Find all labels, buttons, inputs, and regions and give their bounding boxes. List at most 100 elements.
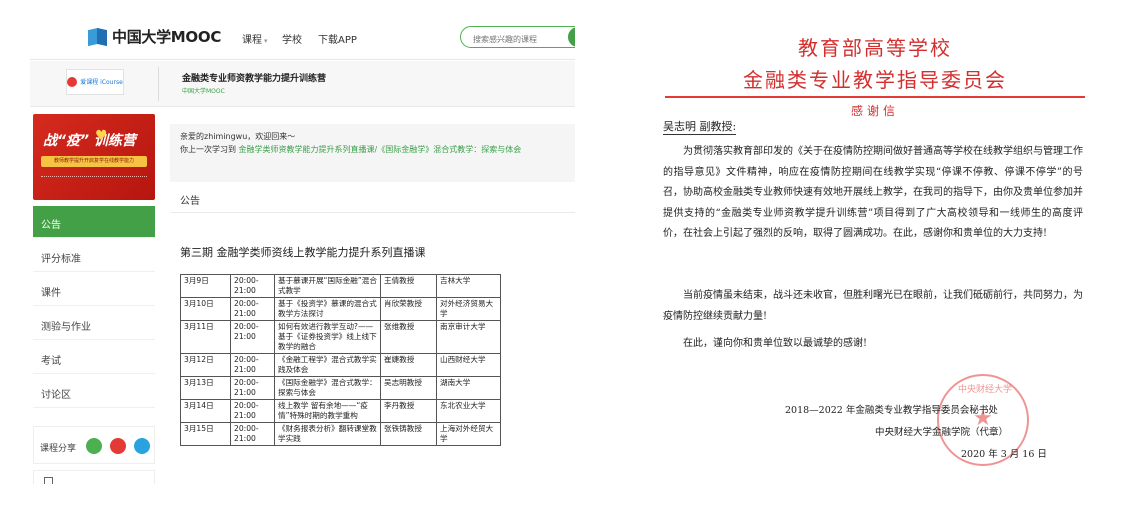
schedule-time: 20:00-21:00: [230, 399, 275, 423]
announcement-title: 第三期 金融学类师资线上教学能力提升系列直播课: [180, 246, 426, 259]
last-study-prefix: 你上一次学习到: [180, 145, 236, 154]
schedule-row: 3月12日 20:00-21:00 《金融工程学》混合式教学实践及体会 崔婕教授 山西财…: [180, 353, 501, 377]
schedule-topic: 《财务报表分析》翻转课堂教学实践: [274, 422, 381, 446]
course-share: 课程分享: [33, 426, 155, 464]
schedule-row: 3月15日 20:00-21:00 《财务报表分析》翻转课堂教学实践 张铁铸教授 上海对…: [180, 422, 501, 446]
announcement-divider: [170, 212, 575, 213]
schedule-university: 对外经济贸易大学: [436, 297, 501, 321]
schedule-university: 吉林大学: [436, 274, 501, 298]
icourse-logo-text: 爱课程 iCourse: [80, 78, 123, 86]
mooc-logo-text: 中国大学MOOC: [112, 28, 222, 46]
schedule-teacher: 吴志明教授: [380, 376, 437, 400]
thank-you-letter: 教育部高等学校 金融类专业教学指导委员会 感谢信 吴志明 副教授: 为贯彻落实教…: [655, 14, 1095, 484]
sidebar-item-quiz-homework[interactable]: 测验与作业: [33, 308, 155, 340]
letter-title: 感谢信: [850, 104, 899, 118]
course-header: 爱课程 iCourse 金融类专业师资教学能力提升训练营 中国大学MOOC: [30, 61, 575, 107]
letterhead-red-line: [665, 96, 1085, 98]
schedule-teacher: 王倩教授: [380, 274, 437, 298]
schedule-date: 3月11日: [180, 320, 231, 354]
banner-title: 战“疫” 训练营: [43, 133, 136, 149]
schedule-row: 3月10日 20:00-21:00 基于《投资学》慕课的混合式教学方法探讨 肖欣荣教授…: [180, 297, 501, 321]
schedule-row: 3月13日 20:00-21:00 《国际金融学》混合式教学：探索与体会 吴志明教授湖…: [180, 376, 501, 400]
schedule-teacher: 张维教授: [380, 320, 437, 354]
last-study-text: 你上一次学习到 金融学类师资教学能力提升系列直播课/《国际金融学》混合式教学：探…: [180, 143, 565, 156]
schedule-row: 3月11日 20:00-21:00 如何有效进行教学互动?——基于《证券投资学》线上…: [180, 320, 501, 354]
schedule-date: 3月12日: [180, 353, 231, 377]
schedule-time: 20:00-21:00: [230, 353, 275, 377]
weibo-icon[interactable]: [110, 438, 126, 454]
course-title: 金融类专业师资教学能力提升训练营: [182, 74, 327, 84]
nav-course-label: 课程: [242, 35, 262, 46]
wechat-icon[interactable]: [86, 438, 102, 454]
schedule-time: 20:00-21:00: [230, 376, 275, 400]
tool-icon: [44, 477, 53, 484]
heart-icon: ♥: [95, 128, 108, 144]
schedule-table: 3月9日 20:00-21:00 基于慕课开展“国际金融”混合式教学 王倩教授 吉林大学…: [180, 274, 501, 446]
announcement-heading: 公告: [180, 196, 200, 207]
search-input[interactable]: [460, 26, 575, 48]
letter-signature-school: 中央财经大学金融学院（代章）: [875, 427, 1009, 438]
sidebar-item-courseware[interactable]: 课件: [33, 274, 155, 306]
schedule-university: 湖南大学: [436, 376, 501, 400]
mooc-logo-icon: [88, 27, 108, 47]
schedule-time: 20:00-21:00: [230, 422, 275, 446]
letter-date: 2020 年 3 月 16 日: [961, 449, 1047, 460]
letter-paragraph-1: 为贯彻落实教育部印发的《关于在疫情防控期间做好普通高等学校在线教学组织与管理工作…: [663, 146, 1083, 239]
mooc-course-page: 中国大学MOOC 课程▾ 学校 下载APP 爱课程 iCourse 金融类专业师…: [30, 14, 575, 484]
schedule-time: 20:00-21:00: [230, 274, 275, 298]
nav-download-app-link[interactable]: 下载APP: [318, 31, 357, 46]
letter-salutation: 吴志明 副教授:: [663, 120, 737, 135]
icourse-logo[interactable]: 爱课程 iCourse: [66, 69, 124, 95]
banner-decoration: [41, 176, 147, 180]
schedule-teacher: 崔婕教授: [380, 353, 437, 377]
schedule-topic: 线上教学 留有余地——“疫情”特殊时期的教学重构: [274, 399, 381, 423]
schedule-row: 3月9日 20:00-21:00 基于慕课开展“国际金融”混合式教学 王倩教授 吉林大学: [180, 274, 501, 298]
schedule-university: 东北农业大学: [436, 399, 501, 423]
schedule-teacher: 肖欣荣教授: [380, 297, 437, 321]
course-sidebar: 战“疫” 训练营 ♥ 教师教学提升开启复学在线教学能力 公告 评分标准 课件 测…: [30, 114, 158, 484]
sidebar-tool[interactable]: [33, 470, 155, 484]
schedule-time: 20:00-21:00: [230, 297, 275, 321]
last-study-link[interactable]: 金融学类师资教学能力提升系列直播课/《国际金融学》混合式教学：探索与体会: [239, 145, 522, 154]
schedule-row: 3月14日 20:00-21:00 线上教学 留有余地——“疫情”特殊时期的教学重构…: [180, 399, 501, 423]
schedule-topic: 如何有效进行教学互动?——基于《证券投资学》线上线下教学的融合: [274, 320, 381, 354]
banner-subtitle: 教师教学提升开启复学在线教学能力: [41, 156, 147, 167]
schedule-university: 上海对外经贸大学: [436, 422, 501, 446]
schedule-university: 南京审计大学: [436, 320, 501, 354]
header-divider: [158, 67, 159, 101]
top-navigation-bar: 中国大学MOOC 课程 ▾ 学校 下载APP: [30, 14, 575, 60]
nav-course-menu[interactable]: 课程 ▾: [242, 31, 268, 46]
schedule-topic: 《国际金融学》混合式教学：探索与体会: [274, 376, 381, 400]
schedule-date: 3月9日: [180, 274, 231, 298]
schedule-time: 20:00-21:00: [230, 320, 275, 354]
letter-paragraph-3: 在此，谨向你和贵单位致以最诚挚的感谢!: [683, 338, 868, 349]
course-provider: 中国大学MOOC: [182, 88, 225, 95]
seal-text: 中央财经大学: [957, 385, 1012, 395]
sidebar-item-announcement[interactable]: 公告: [33, 206, 155, 238]
qq-icon[interactable]: [134, 438, 150, 454]
mooc-logo[interactable]: 中国大学MOOC: [88, 26, 221, 47]
schedule-date: 3月10日: [180, 297, 231, 321]
schedule-university: 山西财经大学: [436, 353, 501, 377]
schedule-date: 3月14日: [180, 399, 231, 423]
schedule-topic: 基于慕课开展“国际金融”混合式教学: [274, 274, 381, 298]
sidebar-item-exam[interactable]: 考试: [33, 342, 155, 374]
schedule-topic: 《金融工程学》混合式教学实践及体会: [274, 353, 381, 377]
sidebar-item-forum[interactable]: 讨论区: [33, 376, 155, 408]
sidebar-item-grading[interactable]: 评分标准: [33, 240, 155, 272]
schedule-teacher: 张铁铸教授: [380, 422, 437, 446]
schedule-teacher: 李丹教授: [380, 399, 437, 423]
letter-org-line2: 金融类专业教学指导委员会: [743, 68, 1007, 92]
schedule-date: 3月15日: [180, 422, 231, 446]
chevron-down-icon: ▾: [264, 37, 268, 45]
schedule-topic: 基于《投资学》慕课的混合式教学方法探讨: [274, 297, 381, 321]
letter-paragraph-2: 当前疫情虽未结束，战斗还未收官，但胜利曙光已在眼前，让我们砥砺前行，共同努力，为…: [663, 290, 1083, 322]
course-main-content: 亲爱的zhimingwu，欢迎回来～ 你上一次学习到 金融学类师资教学能力提升系…: [170, 114, 575, 484]
nav-school-link[interactable]: 学校: [282, 31, 302, 46]
icourse-icon: [67, 77, 78, 87]
share-label: 课程分享: [40, 444, 77, 454]
course-banner: 战“疫” 训练营 ♥ 教师教学提升开启复学在线教学能力: [33, 114, 155, 200]
schedule-date: 3月13日: [180, 376, 231, 400]
letter-signature-committee: 2018—2022 年金融类专业教学指导委员会秘书处: [785, 405, 998, 416]
welcome-greeting: 亲爱的zhimingwu，欢迎回来～: [180, 132, 296, 141]
